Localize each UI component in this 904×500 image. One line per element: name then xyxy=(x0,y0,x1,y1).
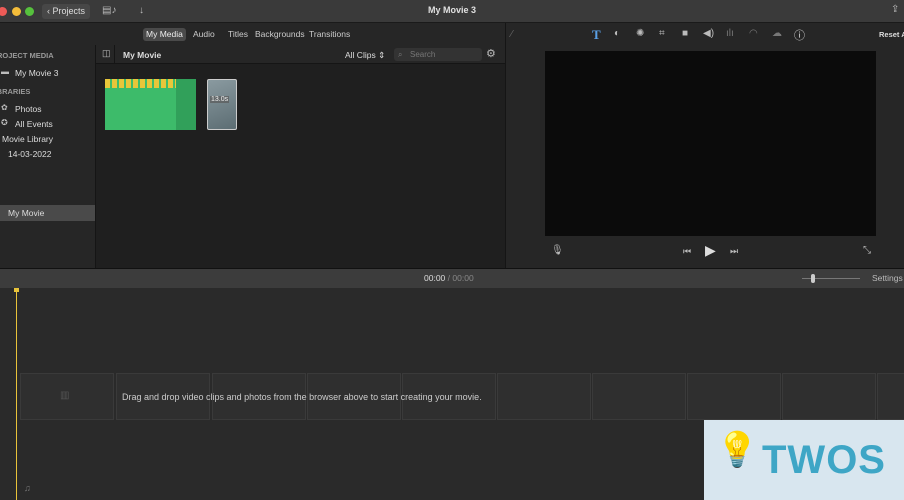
clip-duration: 13.0s xyxy=(210,96,230,103)
video-overlay-icon[interactable]: ☁ xyxy=(772,28,782,39)
playhead[interactable] xyxy=(16,288,17,500)
lightbulb-icon: 💡 xyxy=(716,431,759,469)
watermark-logo: 💡 TWOS xyxy=(704,420,904,500)
stabilization-camera-icon[interactable]: ■ xyxy=(682,28,688,39)
speed-icon[interactable]: ◠ xyxy=(749,28,758,39)
current-time: 00:00 xyxy=(424,273,446,283)
photo-clip-thumbnail[interactable]: 13.0s xyxy=(207,79,237,130)
fullscreen-icon[interactable]: ⤡ xyxy=(863,245,871,256)
watermark-text: TWOS xyxy=(762,438,886,482)
sidebar-item-all-events[interactable]: All Events xyxy=(15,119,53,129)
microphone-icon[interactable]: 🎙 xyxy=(551,245,564,256)
video-clip-thumbnail[interactable] xyxy=(105,79,196,130)
empty-timeline-message: Drag and drop video clips and photos fro… xyxy=(122,392,482,402)
tab-backgrounds[interactable]: Backgrounds xyxy=(252,28,308,41)
play-icon[interactable]: ▶ xyxy=(705,242,716,259)
music-note-icon: ♫ xyxy=(24,483,31,493)
tab-transitions[interactable]: Transitions xyxy=(306,28,353,41)
magic-wand-icon[interactable]: ⁄ xyxy=(511,29,513,40)
photos-icon: ✿ xyxy=(1,103,8,112)
info-icon[interactable]: ⓘ xyxy=(794,27,805,43)
volume-icon[interactable]: ◀) xyxy=(703,28,714,39)
media-browser: 13.0s xyxy=(96,64,505,268)
placeholder-frame: ▥ xyxy=(20,373,114,420)
noise-reduction-icon[interactable]: ılı xyxy=(726,28,734,39)
playhead-handle[interactable] xyxy=(14,288,19,292)
title-bar: ‹ Projects ▤♪ ↓ My Movie 3 ⇪ xyxy=(0,0,904,23)
sidebar-toggle-icon[interactable]: ◫ xyxy=(102,48,111,59)
titles-icon[interactable]: T xyxy=(592,27,601,43)
timeline-header: 00:00 / 00:00 Settings xyxy=(0,268,904,288)
zoom-slider[interactable] xyxy=(802,274,860,283)
clip-filter-select[interactable]: All Clips ⇕ xyxy=(345,50,385,61)
sidebar-item-movie-library[interactable]: Movie Library xyxy=(2,134,53,144)
sidebar-item-my-movie[interactable]: My Movie xyxy=(0,205,95,221)
tab-my-media[interactable]: My Media xyxy=(143,28,186,41)
updown-chevron-icon: ⇕ xyxy=(378,50,386,60)
film-icon: ▥ xyxy=(60,390,70,401)
tab-audio[interactable]: Audio xyxy=(190,28,218,41)
timeline-settings-button[interactable]: Settings xyxy=(872,273,903,283)
reset-all-button[interactable]: Reset All xyxy=(879,30,904,39)
search-icon: ⌕ xyxy=(398,50,403,59)
share-icon[interactable]: ⇪ xyxy=(891,4,899,15)
zoom-slider-handle[interactable] xyxy=(811,274,815,283)
sidebar: PROJECT MEDIA ▬ My Movie 3 LIBRARIES ✿ P… xyxy=(0,45,96,268)
tab-titles[interactable]: Titles xyxy=(225,28,251,41)
window-title: My Movie 3 xyxy=(427,5,476,15)
libraries-header: LIBRARIES xyxy=(0,87,31,96)
browser-title: My Movie xyxy=(123,50,162,60)
search-input[interactable]: ⌕ Search xyxy=(394,48,482,61)
project-media-header: PROJECT MEDIA xyxy=(0,51,54,60)
media-tabs: My Media Audio Titles Backgrounds Transi… xyxy=(0,23,505,45)
sidebar-item-event-date[interactable]: 14-03-2022 xyxy=(8,149,51,159)
crop-icon[interactable]: ⌗ xyxy=(659,28,665,39)
clapper-icon: ▬ xyxy=(1,67,9,76)
sidebar-item-project[interactable]: My Movie 3 xyxy=(15,68,58,78)
skip-back-icon[interactable]: ⏮ xyxy=(683,246,691,257)
color-correction-icon[interactable]: ✺ xyxy=(636,28,644,39)
star-icon: ✪ xyxy=(1,118,8,127)
video-preview xyxy=(545,51,876,236)
divider xyxy=(114,45,115,64)
settings-gear-icon[interactable]: ⚙ xyxy=(486,47,496,60)
sidebar-item-photos[interactable]: Photos xyxy=(15,104,41,114)
total-time: 00:00 xyxy=(452,273,474,283)
color-balance-icon[interactable]: ◐ xyxy=(614,28,620,39)
skip-forward-icon[interactable]: ⏭ xyxy=(730,246,738,257)
